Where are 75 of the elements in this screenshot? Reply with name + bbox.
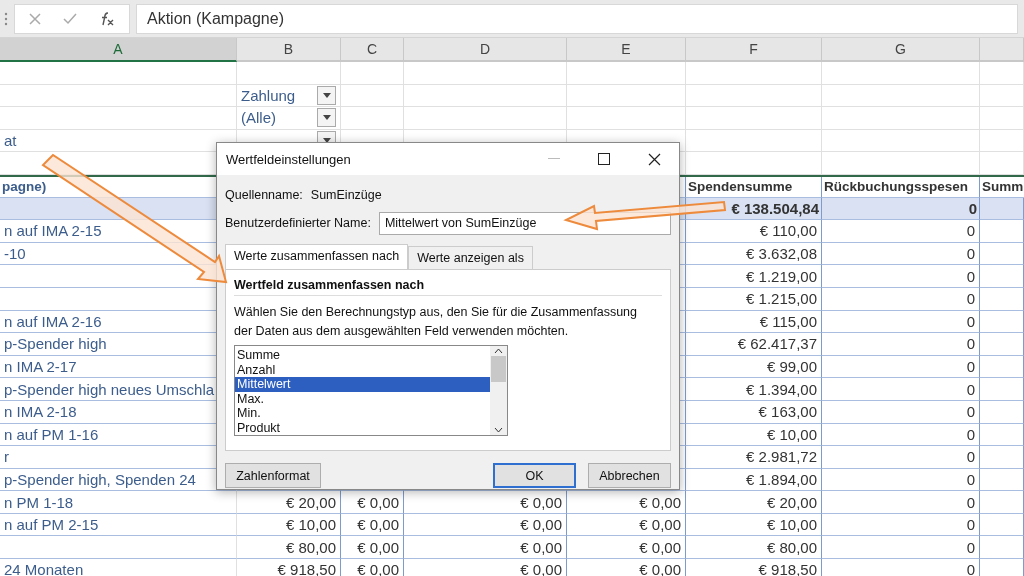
more-icon — [4, 11, 8, 26]
table-cell — [980, 62, 1024, 85]
table-cell — [980, 152, 1024, 175]
table-cell: 0 — [822, 491, 980, 514]
dialog-button[interactable]: Abbrechen — [588, 463, 671, 488]
table-cell: € 62.417,37 — [686, 333, 822, 356]
check-icon[interactable] — [63, 12, 77, 25]
dropdown-button[interactable] — [317, 85, 336, 105]
column-header[interactable]: A — [0, 38, 237, 62]
table-cell: 0 — [822, 446, 980, 469]
table-cell — [980, 491, 1024, 514]
table-cell — [980, 378, 1024, 401]
table-cell — [980, 400, 1024, 424]
dropdown-arrow-icon — [322, 92, 331, 98]
scroll-down-icon[interactable] — [494, 427, 503, 433]
dropdown-arrow-icon — [322, 115, 331, 121]
table-cell — [980, 446, 1024, 469]
table-cell: € 1.394,00 — [686, 378, 822, 401]
table-cell: 0 — [822, 378, 980, 401]
list-item[interactable]: Produkt — [235, 420, 490, 435]
table-cell: € 0,00 — [404, 491, 567, 514]
filter-label: Zahlung — [241, 86, 296, 104]
table-cell: € 20,00 — [686, 491, 822, 514]
description: Wählen Sie den Berechnungstyp aus, den Sie für die Zusammenfassung der Daten aus dem ausgewählten Feld verwenden möchten. — [234, 304, 638, 340]
tab[interactable]: Werte anzeigen als — [408, 246, 533, 269]
table-cell: € 2.981,72 — [686, 446, 822, 469]
table-cell — [980, 107, 1024, 130]
header-cell: Rückbuchungsspesen — [822, 176, 980, 198]
table-cell: 0 — [822, 265, 980, 288]
table-cell: 0 — [822, 559, 980, 576]
table-cell: € 0,00 — [567, 491, 686, 514]
table-cell — [980, 287, 1024, 311]
scroll-up-icon[interactable] — [494, 348, 503, 354]
source-value: SumEinzüge — [310, 188, 382, 202]
list-item[interactable]: Summe — [235, 348, 490, 363]
table-cell — [980, 220, 1024, 243]
table-cell: € 0,00 — [341, 491, 404, 514]
table-cell: € 1.219,00 — [686, 265, 822, 288]
list-item[interactable]: Anzahl — [235, 362, 490, 377]
list-item[interactable]: Min. — [235, 406, 490, 421]
table-cell: € 110,00 — [686, 220, 822, 243]
filter-label: (Alle) — [241, 109, 276, 127]
list-item[interactable]: Mittelwert — [235, 377, 490, 392]
scrollbar[interactable] — [490, 346, 507, 435]
table-cell — [980, 265, 1024, 288]
table-cell: 0 — [822, 333, 980, 356]
column-header[interactable]: D — [404, 38, 567, 62]
table-cell: € 1.215,00 — [686, 287, 822, 311]
column-header[interactable]: F — [686, 38, 822, 62]
table-cell: 0 — [822, 287, 980, 311]
dropdown-button[interactable] — [317, 108, 336, 128]
table-cell: 0 — [822, 220, 980, 243]
table-cell: 24 Monaten — [0, 559, 237, 576]
tab[interactable]: Werte zusammenfassen nach — [225, 244, 409, 269]
dialog-button[interactable]: OK — [493, 463, 576, 488]
table-cell: n PM 1-18 — [0, 491, 237, 514]
table-cell: 0 — [822, 400, 980, 424]
column-header[interactable]: C — [341, 38, 404, 62]
column-header[interactable]: G — [822, 38, 980, 62]
column-header[interactable]: B — [237, 38, 341, 62]
formula-input[interactable]: Aktion (Kampagne) — [136, 3, 1018, 34]
dialog-title: Wertfeldeinstellungen — [226, 151, 352, 167]
header-cell: Summ — [980, 176, 1024, 198]
section-title: Wertfeld zusammenfassen nach — [234, 278, 662, 296]
table-cell — [980, 333, 1024, 356]
dropdown-arrow-icon — [322, 138, 331, 144]
function-icon[interactable] — [99, 11, 115, 26]
calculation-list[interactable]: Summe Anzahl Mittelwert Max. Min. Produkt — [234, 345, 508, 436]
header-cell: Spendensumme — [686, 176, 822, 198]
table-cell: € 163,00 — [686, 400, 822, 424]
column-header[interactable]: E — [567, 38, 686, 62]
table-cell: € 20,00 — [237, 491, 341, 514]
table-cell — [341, 62, 404, 85]
dialog-button[interactable]: Zahlenformat — [225, 463, 321, 488]
list-item[interactable]: Max. — [235, 391, 490, 406]
